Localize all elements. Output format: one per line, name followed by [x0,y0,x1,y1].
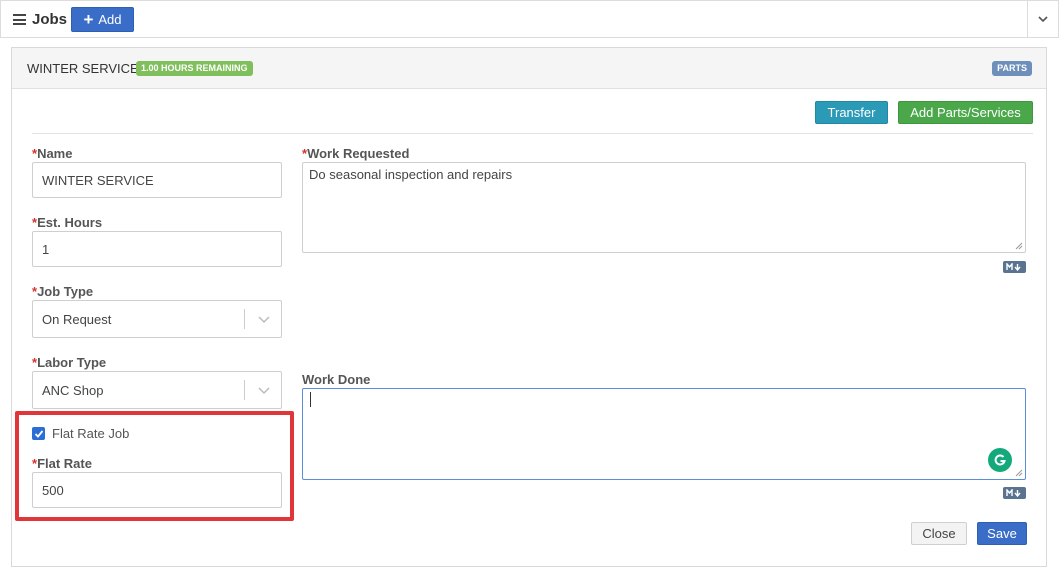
parts-badge[interactable]: PARTS [992,61,1032,76]
text-caret [310,392,311,407]
name-label: *Name [32,146,73,161]
resize-grip-icon[interactable] [1015,242,1023,250]
chevron-down-icon [258,316,270,324]
chevron-down-icon [1038,16,1048,23]
divider [32,133,1033,134]
panel-header: WINTER SERVICE 1.00 HOURS REMAINING PART… [12,48,1046,89]
work-done-label: Work Done [302,372,371,387]
top-bar: Jobs + Add [0,0,1059,38]
labor-type-select[interactable]: ANC Shop [32,371,282,409]
markdown-icon[interactable] [1003,261,1026,273]
checkmark-icon [34,429,43,438]
transfer-button[interactable]: Transfer [815,101,888,124]
grammarly-icon[interactable] [988,448,1012,472]
page-title: Jobs [32,11,68,28]
hours-remaining-badge: 1.00 HOURS REMAINING [136,61,253,76]
work-requested-label: *Work Requested [302,146,410,161]
collapse-button[interactable] [1027,1,1058,38]
flat-rate-label: *Flat Rate [32,456,92,471]
add-parts-services-button[interactable]: Add Parts/Services [898,101,1033,124]
add-job-button[interactable]: + Add [71,7,134,32]
work-requested-textarea[interactable]: Do seasonal inspection and repairs [302,162,1026,253]
plus-icon: + [83,10,94,29]
job-title: WINTER SERVICE [27,61,139,76]
flat-rate-input[interactable]: 500 [32,472,282,508]
job-type-select[interactable]: On Request [32,300,282,338]
close-button[interactable]: Close [911,522,967,545]
add-button-label: Add [98,12,122,27]
job-type-label: *Job Type [32,284,94,299]
chevron-down-icon [258,387,270,395]
resize-grip-icon[interactable] [1015,469,1023,477]
work-done-textarea[interactable] [302,388,1026,480]
name-input[interactable]: WINTER SERVICE [32,162,282,198]
est-hours-input[interactable]: 1 [32,231,282,267]
est-hours-label: *Est. Hours [32,215,103,230]
flat-rate-job-label[interactable]: Flat Rate Job [52,426,129,441]
save-button[interactable]: Save [977,522,1027,545]
labor-type-label: *Labor Type [32,355,107,370]
markdown-icon[interactable] [1003,487,1026,499]
flat-rate-job-checkbox[interactable] [32,427,45,440]
hamburger-icon[interactable] [13,14,26,25]
